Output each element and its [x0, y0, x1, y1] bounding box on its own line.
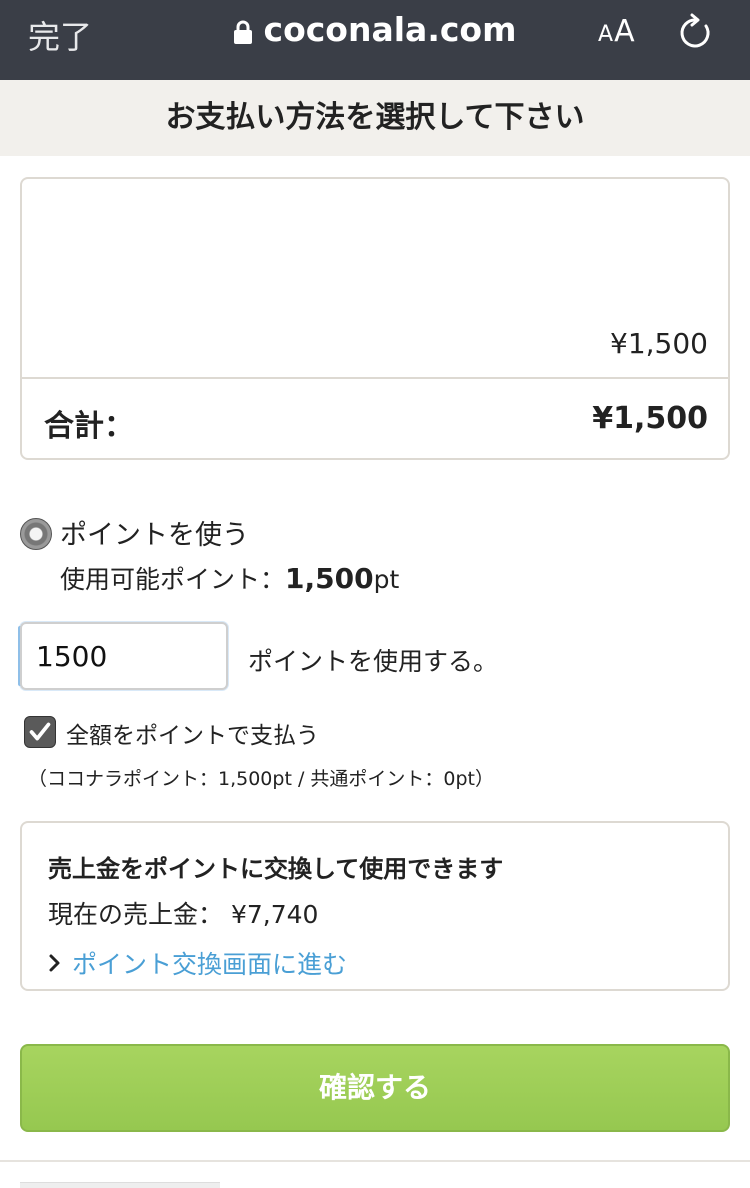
- price-summary-card: ¥1,500 合計： ¥1,500: [20, 177, 730, 460]
- exchange-points-link[interactable]: ポイント交換画面に進む: [72, 945, 347, 981]
- lock-icon: [233, 20, 252, 44]
- available-points-prefix: 使用可能ポイント：: [60, 565, 286, 594]
- item-price: ¥1,500: [610, 327, 708, 360]
- page-header: お支払い方法を選択して下さい: [0, 80, 750, 156]
- available-points-unit: pt: [373, 565, 400, 594]
- text-size-button[interactable]: AA: [598, 14, 636, 49]
- use-points-label[interactable]: ポイントを使う: [60, 513, 249, 552]
- address-bar[interactable]: coconala.com: [233, 10, 517, 49]
- available-points: 使用可能ポイント：1,500pt: [60, 560, 399, 596]
- url-text: coconala.com: [263, 10, 517, 49]
- current-sales-value: ¥7,740: [230, 900, 319, 929]
- text-size-small: A: [598, 22, 615, 47]
- chevron-right-icon: [49, 954, 60, 972]
- points-amount-suffix: ポイントを使用する。: [248, 647, 499, 676]
- points-breakdown: （ココナラポイント：1,500pt / 共通ポイント：0pt）: [28, 768, 494, 790]
- use-points-radio[interactable]: [20, 518, 52, 550]
- pay-all-label[interactable]: 全額をポイントで支払う: [66, 716, 319, 750]
- sales-exchange-card: 売上金をポイントに交換して使用できます 現在の売上金： ¥7,740 ポイント交…: [20, 821, 730, 991]
- current-sales: 現在の売上金： ¥7,740: [48, 895, 318, 931]
- thumbnail-peek: [20, 1182, 220, 1188]
- reload-icon[interactable]: [678, 12, 714, 52]
- total-label: 合計：: [44, 409, 134, 444]
- done-button[interactable]: 完了: [28, 12, 92, 58]
- text-size-large: A: [614, 14, 636, 49]
- pay-all-checkbox[interactable]: [24, 716, 56, 748]
- divider: [22, 377, 728, 379]
- sales-card-title: 売上金をポイントに交換して使用できます: [48, 855, 504, 883]
- confirm-button[interactable]: 確認する: [20, 1044, 730, 1132]
- points-amount-input[interactable]: [20, 622, 228, 690]
- browser-toolbar: 完了 coconala.com AA: [0, 0, 750, 80]
- total-value: ¥1,500: [592, 401, 708, 436]
- current-sales-label: 現在の売上金：: [48, 900, 224, 929]
- exchange-link-row[interactable]: ポイント交換画面に進む: [48, 945, 347, 981]
- available-points-value: 1,500: [285, 562, 374, 595]
- page-title: お支払い方法を選択して下さい: [165, 100, 585, 135]
- divider: [0, 1160, 750, 1162]
